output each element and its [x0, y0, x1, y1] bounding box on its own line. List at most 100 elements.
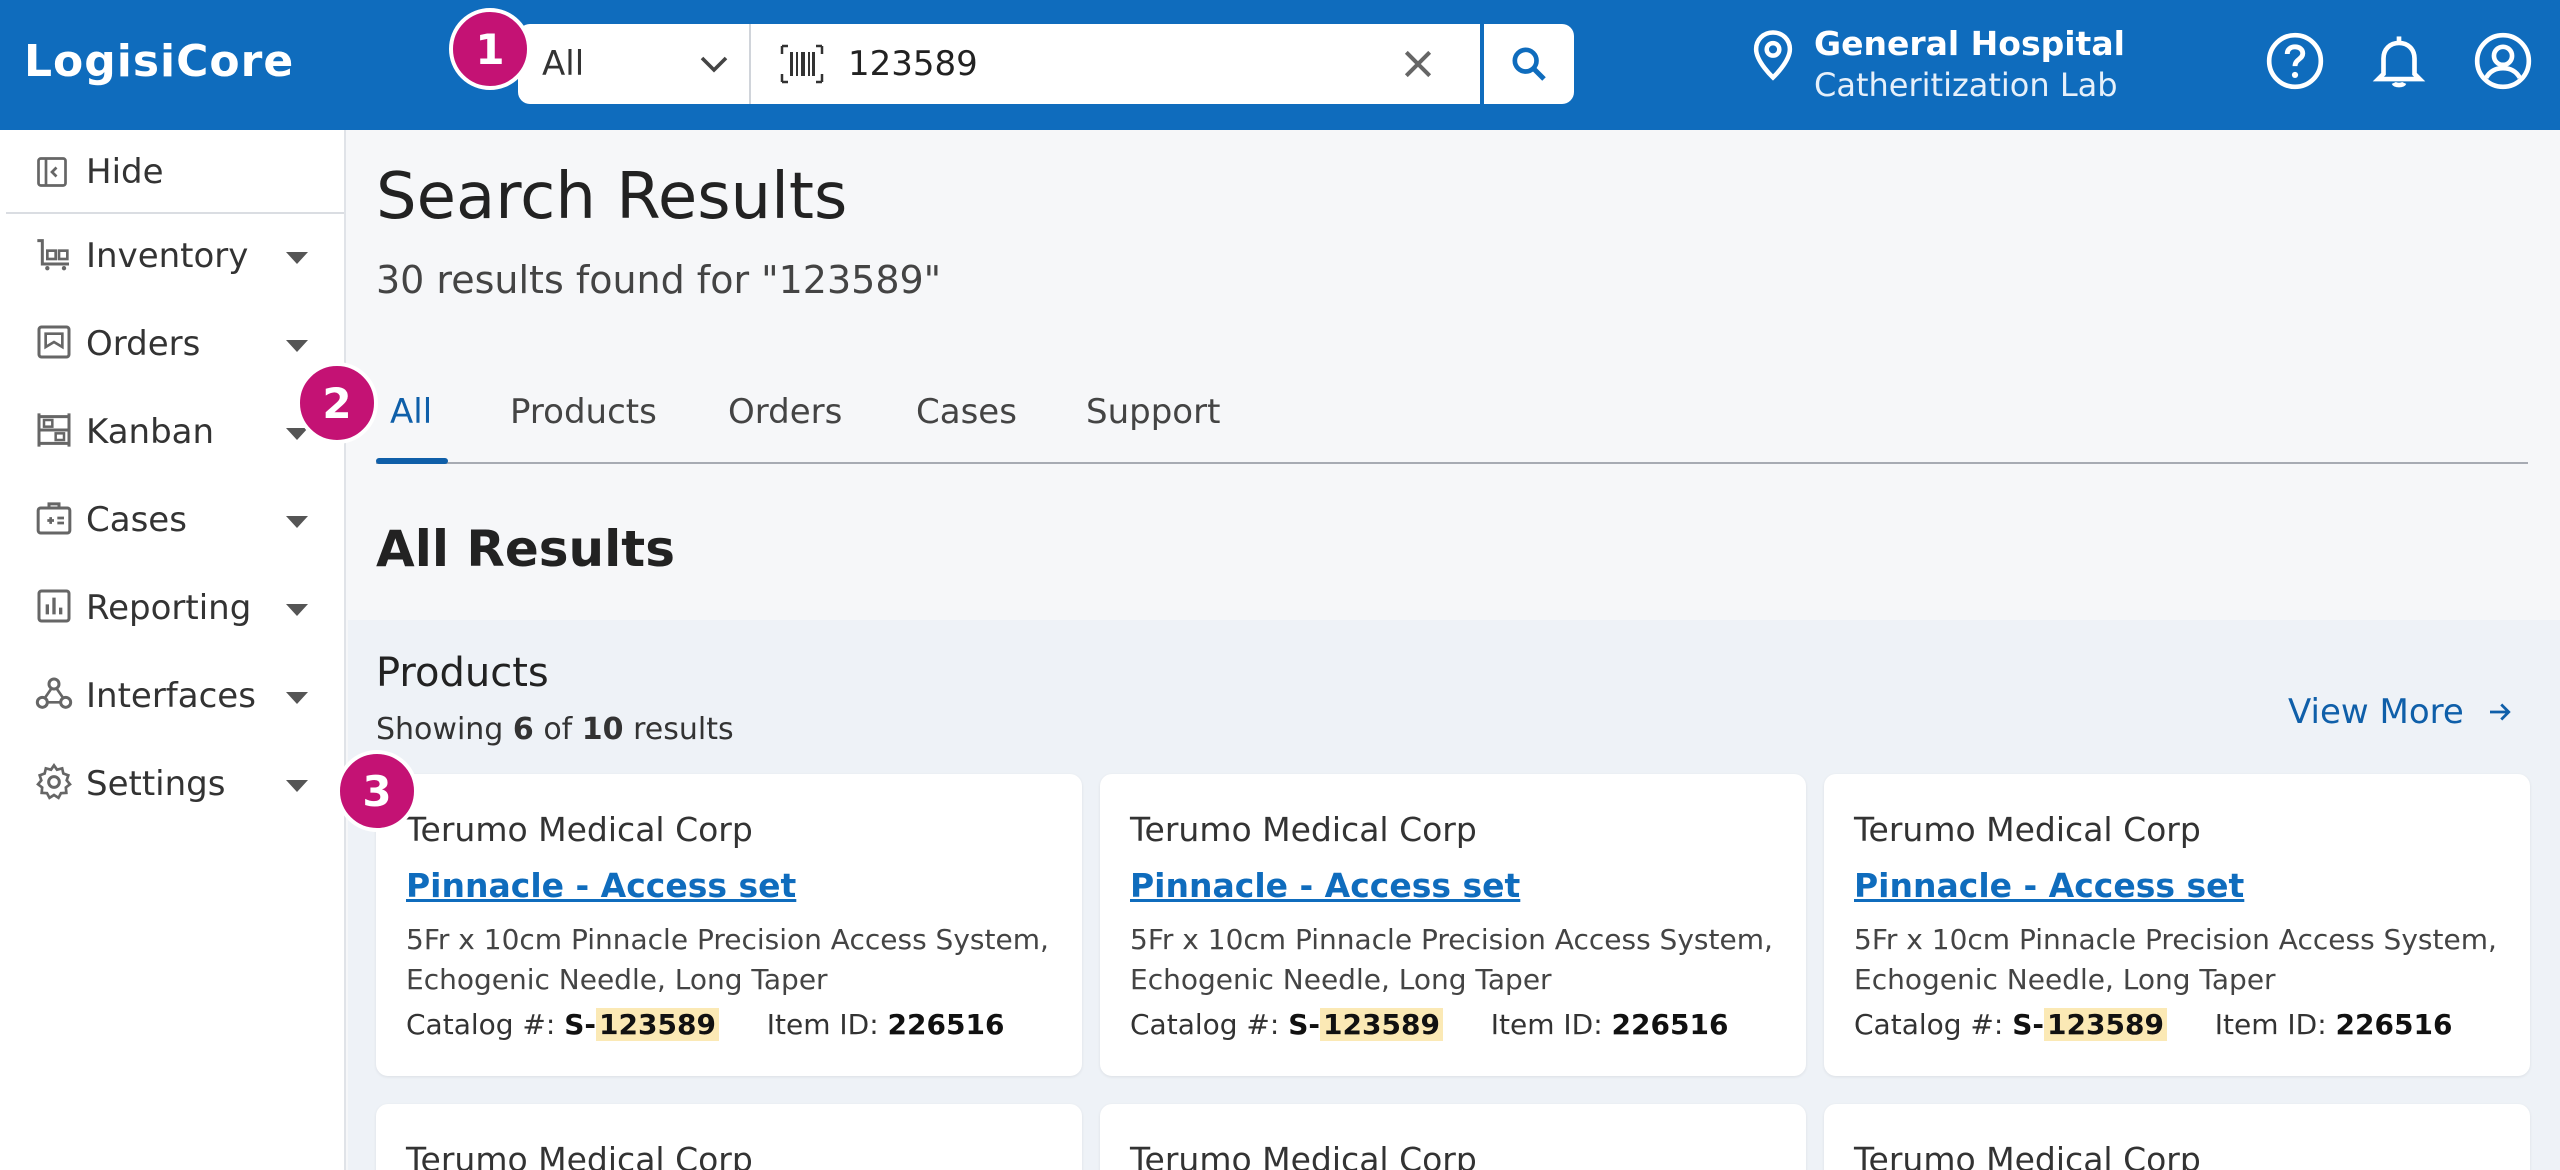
sidebar-item-label: Reporting [86, 588, 252, 628]
interfaces-icon [35, 677, 73, 709]
tab-cases[interactable]: Cases [916, 392, 1017, 432]
search-scope-value: All [542, 44, 585, 84]
catalog-label: Catalog #: [1854, 1008, 2004, 1041]
brand-logo[interactable]: LogisiCore [24, 36, 294, 87]
result-tabs: All Products Orders Cases Support [376, 370, 2528, 464]
collapse-sidebar-icon [37, 157, 67, 187]
description-line: Echogenic Needle, Long Taper [1130, 963, 1552, 996]
user-account-icon[interactable] [2472, 30, 2534, 92]
sidebar-item-reporting[interactable]: Reporting [6, 566, 344, 654]
sidebar-item-interfaces[interactable]: Interfaces [6, 654, 344, 742]
arrow-right-icon [2489, 703, 2511, 721]
description-line: Echogenic Needle, Long Taper [1854, 963, 2276, 996]
showing-count: 6 [512, 712, 534, 747]
product-manufacturer: Terumo Medical Corp [1854, 810, 2201, 849]
product-card[interactable]: Terumo Medical Corp Pinnacle - Access se… [1824, 774, 2530, 1076]
caret-down-icon [286, 428, 308, 440]
product-card[interactable]: Terumo Medical Corp [376, 1104, 1082, 1170]
item-id-value: 226516 [2335, 1008, 2453, 1041]
top-bar: LogisiCore All General Hospital Catherit… [0, 0, 2560, 130]
product-meta: Catalog #: S- 123589 Item ID: 226516 [1130, 1008, 1728, 1041]
showing-total: 10 [581, 712, 624, 747]
view-more-label: View More [2288, 692, 2464, 732]
product-description: 5Fr x 10cm Pinnacle Precision Access Sys… [406, 920, 1066, 1000]
step-badge-3: 3 [336, 750, 418, 832]
search-scope-select[interactable]: All [518, 24, 751, 104]
sidebar-item-kanban[interactable]: Kanban [6, 390, 344, 478]
sidebar-item-label: Kanban [86, 412, 215, 452]
item-id-label: Item ID: [2214, 1008, 2327, 1041]
product-meta: Catalog #: S- 123589 Item ID: 226516 [406, 1008, 1004, 1041]
view-more-link[interactable]: View More [2288, 692, 2515, 732]
product-card[interactable]: Terumo Medical Corp Pinnacle - Access se… [1100, 774, 1806, 1076]
tab-label: Orders [728, 392, 843, 432]
sidebar-item-label: Orders [86, 324, 201, 364]
tab-orders[interactable]: Orders [728, 392, 842, 432]
close-icon[interactable] [1398, 44, 1438, 84]
item-id-value: 226516 [887, 1008, 1005, 1041]
item-id-label: Item ID: [1490, 1008, 1603, 1041]
search-button[interactable] [1480, 24, 1574, 104]
item-id-label: Item ID: [766, 1008, 879, 1041]
product-manufacturer: Terumo Medical Corp [406, 810, 753, 849]
caret-down-icon [286, 604, 308, 616]
sidebar-item-orders[interactable]: Orders [6, 302, 344, 390]
page-title: Search Results [376, 160, 848, 234]
caret-down-icon [286, 780, 308, 792]
sidebar-hide-label: Hide [86, 152, 164, 192]
main-content: Search Results 30 results found for "123… [348, 130, 2560, 1170]
catalog-match-highlight: 123589 [2044, 1008, 2167, 1041]
active-tab-indicator [376, 458, 448, 464]
product-manufacturer: Terumo Medical Corp [1854, 1140, 2201, 1170]
results-summary: 30 results found for "123589" [376, 258, 942, 302]
tab-support[interactable]: Support [1086, 392, 1220, 432]
caret-down-icon [286, 692, 308, 704]
catalog-match-highlight: 123589 [596, 1008, 719, 1041]
caret-down-icon [286, 340, 308, 352]
products-showing-count: Showing 6 of 10 results [376, 712, 734, 747]
orders-icon [37, 325, 71, 359]
products-section-title: Products [376, 650, 549, 696]
product-card[interactable]: Terumo Medical Corp Pinnacle - Access se… [376, 774, 1082, 1076]
product-card[interactable]: Terumo Medical Corp [1100, 1104, 1806, 1170]
step-badge-1: 1 [449, 8, 531, 90]
product-manufacturer: Terumo Medical Corp [1130, 1140, 1477, 1170]
showing-prefix: Showing [376, 712, 504, 747]
description-line: Echogenic Needle, Long Taper [406, 963, 828, 996]
barcode-icon[interactable] [780, 44, 824, 84]
inventory-icon [37, 239, 69, 271]
section-title: All Results [376, 520, 675, 578]
product-name-link[interactable]: Pinnacle - Access set [1854, 866, 2244, 905]
catalog-prefix: S- [564, 1008, 597, 1041]
catalog-match-highlight: 123589 [1320, 1008, 1443, 1041]
product-manufacturer: Terumo Medical Corp [1130, 810, 1477, 849]
search-input[interactable] [848, 40, 1298, 88]
tab-all[interactable]: All [390, 392, 432, 432]
catalog-prefix: S- [2012, 1008, 2045, 1041]
reporting-icon [37, 589, 71, 623]
description-line: 5Fr x 10cm Pinnacle Precision Access Sys… [406, 923, 1049, 956]
sidebar: Hide Inventory Orders Kanban Cases Repor… [0, 130, 346, 1170]
product-card[interactable]: Terumo Medical Corp [1824, 1104, 2530, 1170]
sidebar-item-inventory[interactable]: Inventory [6, 214, 344, 302]
showing-suffix: results [633, 712, 734, 747]
tab-label: Cases [916, 392, 1017, 432]
product-description: 5Fr x 10cm Pinnacle Precision Access Sys… [1130, 920, 1790, 1000]
location-department[interactable]: Catheritization Lab [1814, 66, 2118, 104]
showing-mid: of [543, 712, 573, 747]
bell-icon[interactable] [2368, 30, 2430, 92]
product-meta: Catalog #: S- 123589 Item ID: 226516 [1854, 1008, 2452, 1041]
tab-products[interactable]: Products [510, 392, 657, 432]
search-icon [1512, 47, 1546, 81]
sidebar-item-cases[interactable]: Cases [6, 478, 344, 566]
sidebar-item-settings[interactable]: Settings [6, 742, 344, 830]
caret-down-icon [286, 252, 308, 264]
location-name[interactable]: General Hospital [1814, 24, 2125, 63]
description-line: 5Fr x 10cm Pinnacle Precision Access Sys… [1854, 923, 2497, 956]
step-badge-2: 2 [296, 362, 378, 444]
description-line: 5Fr x 10cm Pinnacle Precision Access Sys… [1130, 923, 1773, 956]
product-name-link[interactable]: Pinnacle - Access set [1130, 866, 1520, 905]
sidebar-hide-toggle[interactable]: Hide [6, 130, 344, 214]
product-name-link[interactable]: Pinnacle - Access set [406, 866, 796, 905]
help-icon[interactable] [2264, 30, 2326, 92]
